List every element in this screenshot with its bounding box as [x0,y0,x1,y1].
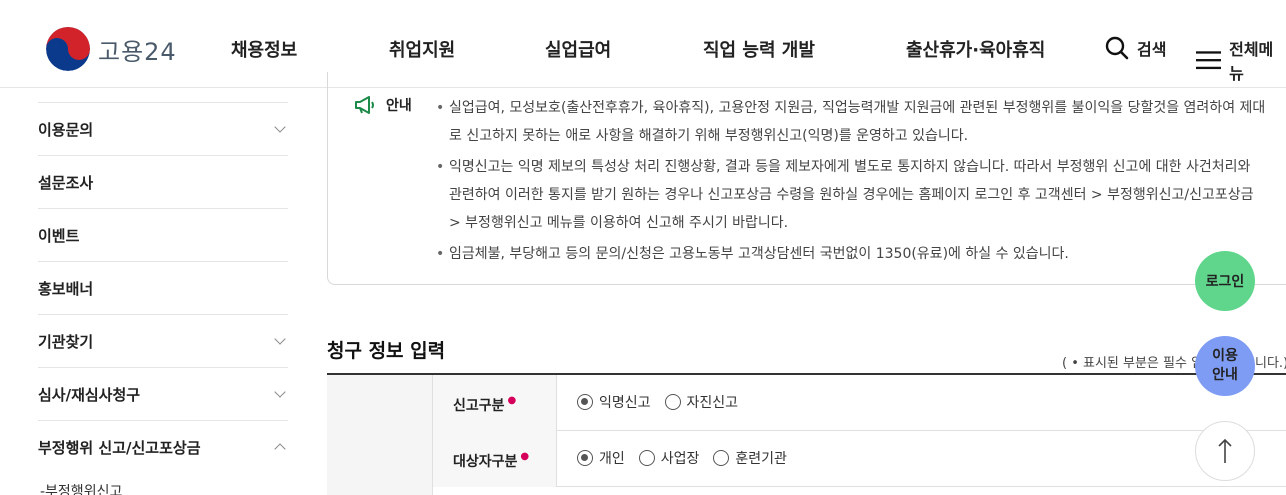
radio-unchecked-icon[interactable] [713,450,730,466]
radio-anonymous[interactable]: 익명신고 [577,392,651,412]
guide-label-line1: 이용 [1212,348,1238,364]
notice-header: 안내 [354,95,412,115]
notice-item: 실업급여, 모성보호(출산전후휴가, 육아휴직), 고용안정 지원금, 직업능력… [436,94,1266,150]
sidebar-item-review-request[interactable]: 심사/재심사청구 [38,367,288,420]
sidebar-item-label: 심사/재심사청구 [38,385,141,404]
radio-label: 자진신고 [686,395,739,411]
form-label-text: 신고구분 [453,398,505,414]
login-label: 로그인 [1205,274,1245,290]
usage-guide-button[interactable]: 이용 안내 [1195,336,1255,396]
megaphone-icon [355,96,374,114]
sidebar-item-label: 기관찾기 [38,332,94,351]
section-title: 청구 정보 입력 [327,340,446,362]
form-row-report-type: 신고구분 ● 익명신고 자진신고 [433,375,1286,431]
search-icon [1105,36,1129,60]
radio-workplace[interactable]: 사업장 [638,448,700,468]
sidebar-item-label: 이용문의 [38,120,94,139]
scroll-top-button[interactable] [1195,421,1255,481]
sidebar-item-label: 이벤트 [38,226,80,245]
form-label: 신고구분 ● [433,375,557,431]
claim-form: 신고구분 ● 익명신고 자진신고 대상자구분 ● 개인 사업장 훈련기관 [327,373,1286,495]
sidebar: 이용문의 설문조사 이벤트 홍보배너 기관찾기 심사/재심사청구 부정행위 신고… [38,102,288,495]
nav-vocational-training[interactable]: 직업 능력 개발 [703,36,815,62]
arrow-up-icon [1218,438,1232,463]
sidebar-item-label: 홍보배너 [38,279,94,298]
notice-list: 실업급여, 모성보호(출산전후휴가, 육아휴직), 고용안정 지원금, 직업능력… [436,94,1266,271]
radio-label: 사업장 [660,451,700,467]
radio-label: 익명신고 [599,395,651,411]
nav-jobs[interactable]: 채용정보 [231,36,297,62]
sidebar-subitem-fraud-report[interactable]: -부정행위신고 [38,481,288,495]
chevron-down-icon [274,386,286,398]
sidebar-item-agency-search[interactable]: 기관찾기 [38,314,288,367]
radio-individual[interactable]: 개인 [577,448,625,468]
notice-title: 안내 [386,98,412,114]
form-label: 대상자구분 ● [433,431,557,487]
site-logo[interactable]: 고용24 [46,27,177,71]
radio-self-report[interactable]: 자진신고 [664,392,739,412]
sidebar-item-event[interactable]: 이벤트 [38,208,288,261]
sidebar-item-label: 부정행위 신고/신고포상금 [38,438,201,457]
sidebar-item-inquiry[interactable]: 이용문의 [38,102,288,155]
search-label: 검색 [1137,40,1167,59]
radio-label: 훈련기관 [735,451,787,467]
nav-unemployment-benefit[interactable]: 실업급여 [545,36,611,62]
logo-text: 고용24 [98,37,177,66]
chevron-down-icon [274,333,286,345]
notice-item: 익명신고는 익명 제보의 특성상 처리 진행상황, 결과 등을 제보자에게 별도… [436,153,1266,237]
radio-training-institution[interactable]: 훈련기관 [713,448,787,468]
chevron-down-icon [274,121,286,133]
notice-box: 안내 실업급여, 모성보호(출산전후휴가, 육아휴직), 고용안정 지원금, 직… [327,72,1286,285]
form-group-header [327,375,433,495]
radio-label: 개인 [599,451,625,467]
radio-unchecked-icon[interactable] [664,394,681,410]
login-button[interactable]: 로그인 [1195,251,1255,311]
hamburger-icon [1196,51,1222,70]
guide-label-line2: 안내 [1212,367,1238,383]
required-dot-icon: ● [520,451,530,462]
form-label-text: 대상자구분 [453,454,518,470]
form-row-target-type: 대상자구분 ● 개인 사업장 훈련기관 [433,431,1286,487]
radio-group-target-type: 개인 사업장 훈련기관 [577,448,801,468]
nav-employment-support[interactable]: 취업지원 [389,36,455,62]
radio-unchecked-icon[interactable] [638,450,655,466]
chevron-up-icon [274,443,286,455]
radio-checked-icon[interactable] [577,394,593,410]
sidebar-item-banner[interactable]: 홍보배너 [38,261,288,314]
search-button[interactable]: 검색 [1105,36,1166,60]
sidebar-item-survey[interactable]: 설문조사 [38,155,288,208]
radio-group-report-type: 익명신고 자진신고 [577,392,752,412]
sidebar-item-label: 설문조사 [38,173,94,192]
radio-checked-icon[interactable] [577,450,593,466]
nav-parental-leave[interactable]: 출산휴가·육아휴직 [906,36,1045,62]
taegeuk-logo-icon [46,27,90,71]
notice-item: 임금체불, 부당해고 등의 문의/신청은 고용노동부 고객상담센터 국번없이 1… [436,240,1266,268]
required-dot-icon: ● [507,395,517,406]
sidebar-item-fraud-report[interactable]: 부정행위 신고/신고포상금 [38,420,288,473]
